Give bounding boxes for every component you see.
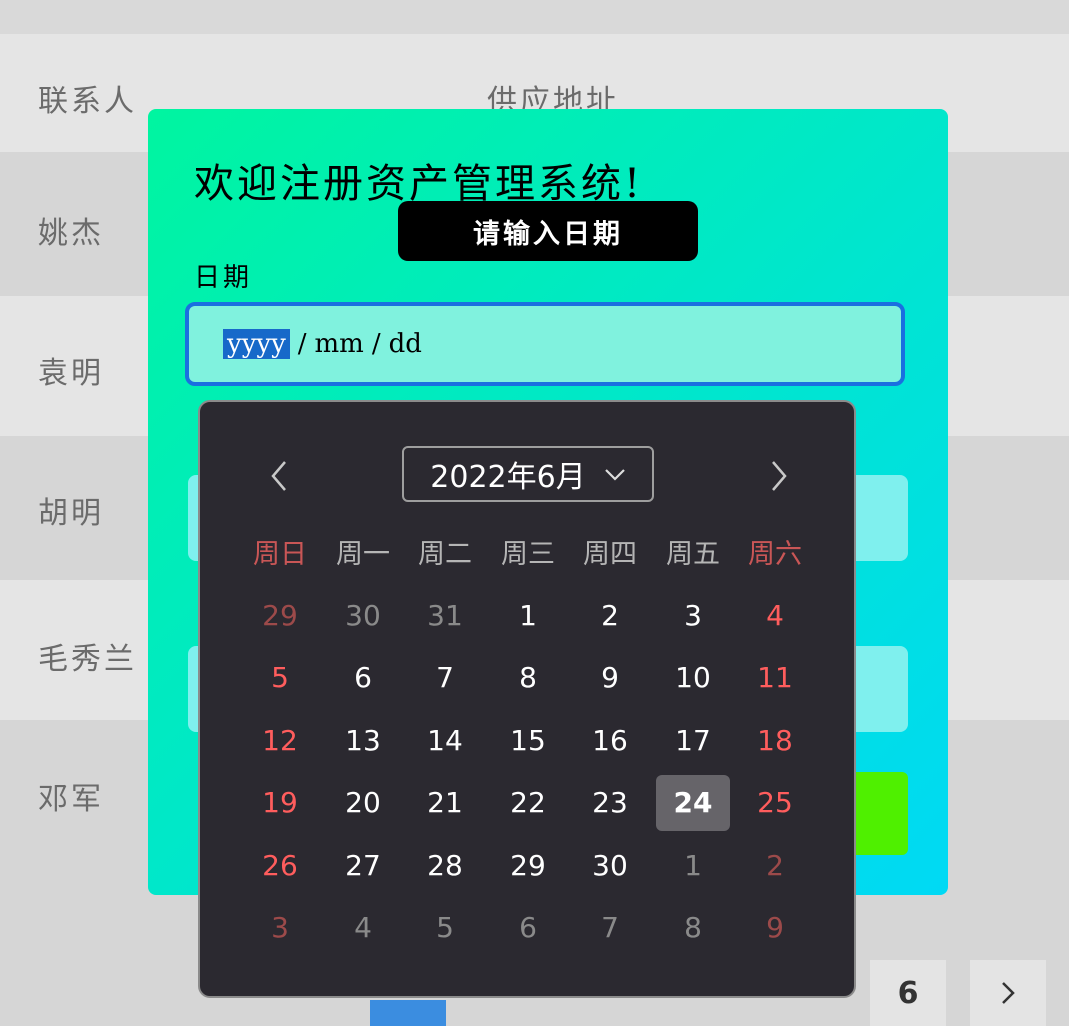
contact-cell: 毛秀兰	[38, 642, 137, 677]
calendar-day[interactable]: 27	[322, 839, 404, 891]
weekday-header: 周五	[666, 539, 720, 570]
calendar-day[interactable]: 25	[734, 777, 816, 829]
contact-cell: 袁明	[38, 356, 104, 391]
calendar-day[interactable]: 1	[487, 589, 569, 641]
calendar-day[interactable]: 18	[734, 714, 816, 766]
date-year-segment[interactable]: yyyy	[223, 329, 290, 359]
prev-month-button[interactable]	[254, 454, 304, 498]
calendar-day[interactable]: 30	[569, 839, 651, 891]
calendar-day[interactable]: 5	[239, 652, 321, 704]
calendar-day[interactable]: 21	[404, 777, 486, 829]
chevron-left-icon	[271, 461, 286, 491]
contact-cell: 姚杰	[38, 216, 104, 251]
calendar-day[interactable]: 31	[404, 589, 486, 641]
calendar-day[interactable]: 11	[734, 652, 816, 704]
calendar-day[interactable]: 16	[569, 714, 651, 766]
calendar-day[interactable]: 13	[322, 714, 404, 766]
calendar-day[interactable]: 17	[652, 714, 734, 766]
calendar-day[interactable]: 15	[487, 714, 569, 766]
calendar-day[interactable]: 7	[404, 652, 486, 704]
calendar-day[interactable]: 9	[734, 902, 816, 954]
calendar-day[interactable]: 2	[569, 589, 651, 641]
calendar-day[interactable]: 12	[239, 714, 321, 766]
calendar-day[interactable]: 2	[734, 839, 816, 891]
pager-next-button[interactable]	[970, 960, 1046, 1026]
contact-cell: 邓军	[38, 782, 104, 817]
weekday-header: 周三	[501, 539, 555, 570]
weekday-header: 周六	[748, 539, 802, 570]
calendar-day[interactable]: 30	[322, 589, 404, 641]
calendar-day[interactable]: 3	[652, 589, 734, 641]
calendar-day[interactable]: 20	[322, 777, 404, 829]
calendar-day[interactable]: 6	[487, 902, 569, 954]
date-picker-popup: 2022年6月 周日 周一 周二 周三 周四 周五 周六 29 30 31 1 2 3 4 5 6 7 8 9 10…	[198, 400, 856, 998]
date-label: 日期	[194, 263, 253, 293]
weekday-header: 周二	[418, 539, 472, 570]
calendar-day[interactable]: 28	[404, 839, 486, 891]
calendar-day[interactable]: 5	[404, 902, 486, 954]
calendar-day[interactable]: 29	[487, 839, 569, 891]
calendar-day[interactable]: 6	[322, 652, 404, 704]
weekday-header: 周日	[253, 539, 307, 570]
date-separator: /	[371, 329, 381, 359]
calendar-day[interactable]: 14	[404, 714, 486, 766]
calendar-day[interactable]: 4	[734, 589, 816, 641]
month-year-select[interactable]: 2022年6月	[402, 446, 654, 502]
pager-page-label: 6	[897, 975, 919, 1011]
date-tooltip: 请输入日期	[398, 201, 698, 261]
month-year-label: 2022年6月	[430, 460, 586, 495]
calendar-day-today[interactable]: 24	[656, 774, 730, 831]
calendar-day[interactable]: 29	[239, 589, 321, 641]
calendar-day[interactable]: 26	[239, 839, 321, 891]
chevron-down-icon	[604, 469, 625, 481]
chevron-right-icon	[1002, 982, 1015, 1004]
calendar-day[interactable]: 1	[652, 839, 734, 891]
pager-page[interactable]: 6	[870, 960, 946, 1026]
calendar-day[interactable]: 3	[239, 902, 321, 954]
calendar-day[interactable]: 9	[569, 652, 651, 704]
date-input[interactable]: yyyy / mm / dd	[185, 302, 905, 386]
contact-cell: 胡明	[38, 496, 104, 531]
pager-page-active[interactable]	[370, 1000, 446, 1026]
date-separator: /	[297, 329, 307, 359]
calendar-day[interactable]: 4	[322, 902, 404, 954]
next-month-button[interactable]	[754, 454, 804, 498]
calendar-day[interactable]: 22	[487, 777, 569, 829]
calendar-day[interactable]: 7	[569, 902, 651, 954]
date-month-segment[interactable]: mm	[315, 329, 364, 359]
date-day-segment[interactable]: dd	[389, 329, 422, 359]
calendar-day[interactable]: 8	[652, 902, 734, 954]
weekday-header: 周一	[336, 539, 390, 570]
calendar-day[interactable]: 8	[487, 652, 569, 704]
calendar-day[interactable]: 23	[569, 777, 651, 829]
header-contact: 联系人	[38, 84, 137, 119]
chevron-right-icon	[772, 461, 787, 491]
calendar-day[interactable]: 19	[239, 777, 321, 829]
weekday-header: 周四	[583, 539, 637, 570]
calendar-day[interactable]: 10	[652, 652, 734, 704]
